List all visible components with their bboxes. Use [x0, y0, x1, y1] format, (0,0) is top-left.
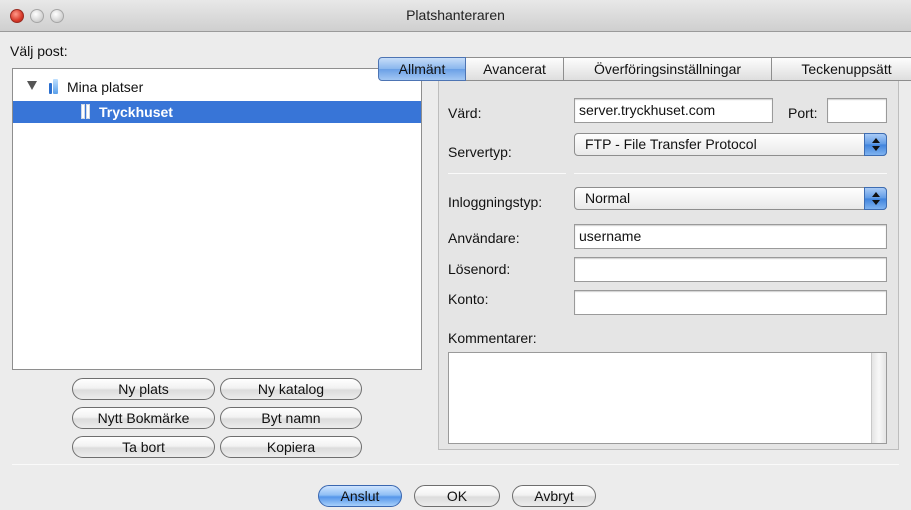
server-type-label: Servertyp: — [448, 144, 512, 160]
comments-textarea[interactable] — [448, 352, 887, 444]
password-label: Lösenord: — [448, 261, 511, 277]
delete-button[interactable]: Ta bort — [72, 436, 215, 458]
account-input[interactable] — [574, 290, 887, 315]
separator — [574, 173, 887, 174]
cancel-button[interactable]: Avbryt — [512, 485, 596, 507]
tree-item-label: Tryckhuset — [99, 104, 173, 120]
logon-type-label: Inloggningstyp: — [448, 194, 543, 210]
select-entry-label: Välj post: — [10, 43, 68, 59]
rename-button[interactable]: Byt namn — [220, 407, 362, 429]
user-input[interactable]: username — [574, 224, 887, 249]
connect-button[interactable]: Anslut — [318, 485, 402, 507]
popup-arrows-icon — [864, 133, 887, 156]
tab-bar: Allmänt Avancerat Överföringsinställning… — [378, 57, 911, 81]
popup-arrows-icon — [864, 187, 887, 210]
tree-item-my-sites[interactable]: Mina platser — [13, 76, 421, 98]
password-input[interactable] — [574, 257, 887, 282]
tab-general[interactable]: Allmänt — [378, 57, 466, 81]
new-site-button[interactable]: Ny plats — [72, 378, 215, 400]
server-type-value: FTP - File Transfer Protocol — [585, 136, 757, 152]
comments-label: Kommentarer: — [448, 330, 537, 346]
tab-charset[interactable]: Teckenuppsätt — [772, 57, 911, 81]
logon-type-value: Normal — [585, 190, 631, 206]
server-icon — [81, 104, 91, 119]
tree-item-label: Mina platser — [67, 79, 144, 95]
server-type-select[interactable]: FTP - File Transfer Protocol — [574, 133, 887, 156]
window-title: Platshanteraren — [406, 7, 505, 23]
tab-advanced[interactable]: Avancerat — [466, 57, 564, 81]
disclosure-triangle-icon[interactable] — [27, 81, 37, 90]
site-tree[interactable]: Mina platser Tryckhuset — [12, 68, 422, 370]
title-bar: Platshanteraren — [0, 0, 911, 32]
separator — [448, 173, 566, 174]
copy-button[interactable]: Kopiera — [220, 436, 362, 458]
new-folder-button[interactable]: Ny katalog — [220, 378, 362, 400]
tab-transfer-settings[interactable]: Överföringsinställningar — [564, 57, 772, 81]
account-label: Konto: — [448, 291, 489, 307]
new-bookmark-button[interactable]: Nytt Bokmärke — [72, 407, 215, 429]
port-label: Port: — [788, 105, 818, 121]
ok-button[interactable]: OK — [414, 485, 500, 507]
tree-item-tryckhuset[interactable]: Tryckhuset — [13, 101, 421, 123]
host-label: Värd: — [448, 105, 482, 121]
port-input[interactable] — [827, 98, 887, 123]
scrollbar[interactable] — [871, 353, 886, 443]
host-input[interactable]: server.tryckhuset.com — [574, 98, 773, 123]
folder-icon — [49, 79, 59, 94]
user-label: Användare: — [448, 230, 520, 246]
logon-type-select[interactable]: Normal — [574, 187, 887, 210]
separator — [12, 464, 899, 465]
